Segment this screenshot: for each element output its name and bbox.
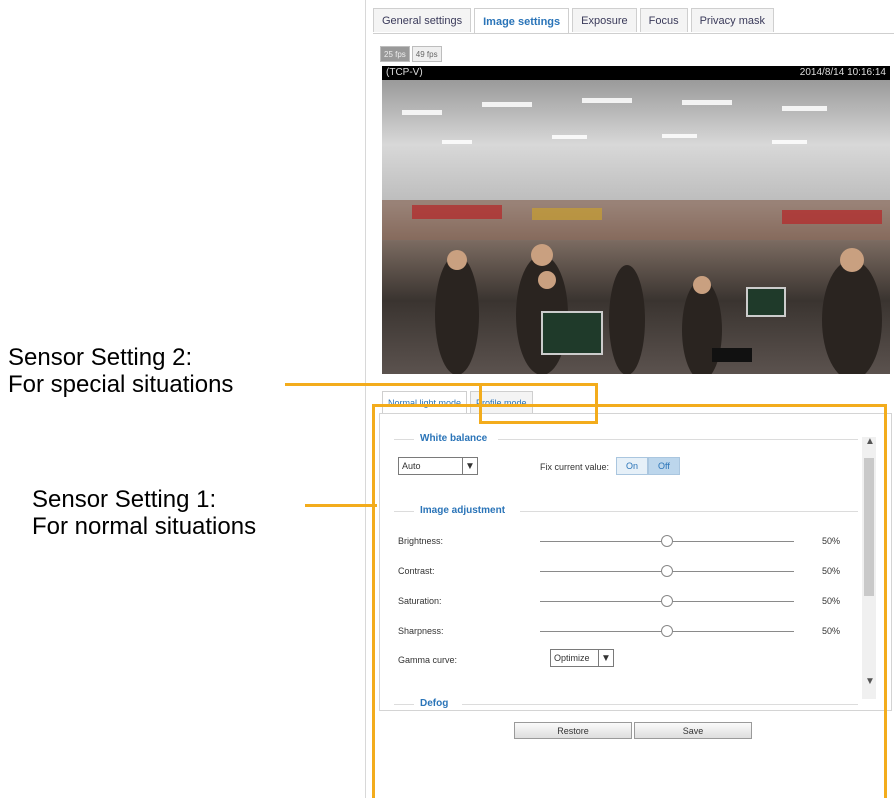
annotation-setting1: Sensor Setting 1: For normal situations: [32, 486, 256, 540]
tab-general-settings[interactable]: General settings: [373, 8, 472, 32]
store-scene-graphic: [382, 98, 890, 374]
video-preview: (TCP-V) 2014/8/14 10:16:14: [382, 66, 890, 374]
stream-button-1[interactable]: 25 fps: [380, 46, 410, 62]
video-timestamp: 2014/8/14 10:16:14: [799, 67, 886, 78]
video-frame-image: [382, 80, 890, 374]
annotation-setting2-line2: For special situations: [8, 371, 234, 398]
tab-privacy-mask[interactable]: Privacy mask: [690, 8, 774, 32]
annotation-line-setting2: [285, 383, 482, 386]
annotation-setting1-line1: Sensor Setting 1:: [32, 486, 217, 513]
video-stream-label: (TCP-V): [386, 67, 423, 78]
tabs-underline: [373, 33, 894, 34]
annotation-setting2: Sensor Setting 2: For special situations: [8, 344, 233, 398]
video-info-bar: (TCP-V) 2014/8/14 10:16:14: [382, 66, 890, 80]
tab-exposure[interactable]: Exposure: [572, 8, 637, 32]
tab-image-settings[interactable]: Image settings: [474, 8, 570, 34]
highlight-box-normal-settings: [372, 404, 887, 798]
tab-focus[interactable]: Focus: [639, 8, 688, 32]
panel-divider: [365, 0, 366, 798]
stream-button-2[interactable]: 49 fps: [411, 46, 442, 62]
stream-selector: 25 fps 49 fps: [380, 46, 442, 62]
annotation-setting1-line2: For normal situations: [32, 513, 257, 540]
main-tabs: General settings Image settings Exposure…: [373, 8, 774, 34]
annotation-line-setting1: [305, 504, 377, 507]
annotation-setting2-line1: Sensor Setting 2:: [8, 344, 193, 371]
